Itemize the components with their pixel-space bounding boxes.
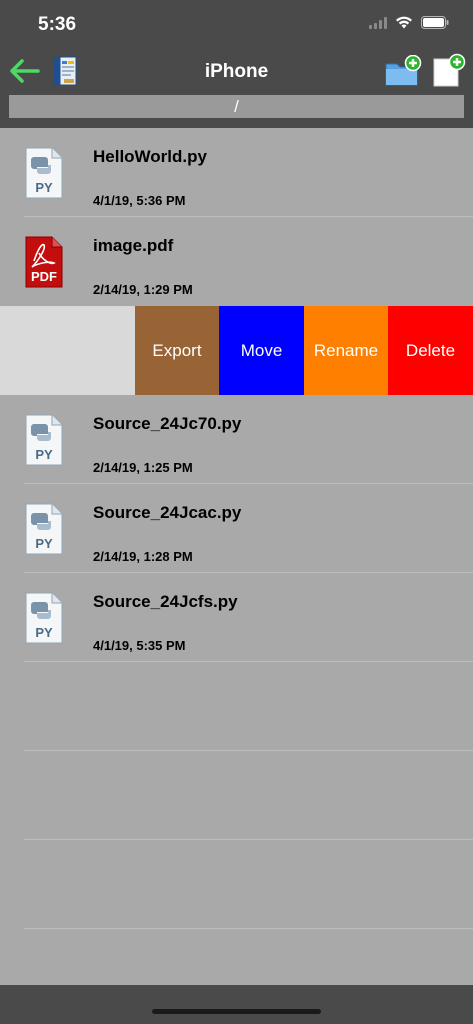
move-button[interactable]: Move <box>219 306 304 395</box>
status-icons <box>369 16 449 34</box>
nav-bar: iPhone / <box>0 50 473 128</box>
new-folder-icon <box>385 54 422 86</box>
python-file-icon: PY <box>24 413 64 467</box>
back-arrow-icon <box>10 59 40 83</box>
export-button[interactable]: Export <box>135 306 219 395</box>
rename-button[interactable]: Rename <box>304 306 388 395</box>
file-date: 4/1/19, 5:36 PM <box>93 193 186 208</box>
wifi-icon <box>395 16 413 34</box>
back-button[interactable] <box>8 58 42 84</box>
delete-button[interactable]: Delete <box>388 306 473 395</box>
new-file-button[interactable] <box>431 53 467 87</box>
status-time: 5:36 <box>38 14 77 35</box>
python-file-icon: PY <box>24 502 64 556</box>
file-name: Source_24Jc70.py <box>93 414 242 433</box>
svg-text:PDF: PDF <box>31 269 57 284</box>
app-icon[interactable] <box>50 55 78 87</box>
new-file-icon <box>433 53 466 87</box>
row-separator <box>24 928 473 929</box>
status-bar: 5:36 <box>0 0 473 50</box>
battery-icon <box>421 16 449 34</box>
file-row[interactable]: PY Source_24Jcac.py 2/14/19, 1:28 PM <box>0 484 473 573</box>
file-row[interactable]: PY Source_24Jc70.py 2/14/19, 1:25 PM <box>0 395 473 484</box>
svg-text:PY: PY <box>35 447 53 462</box>
file-row[interactable]: PY Source_24Jcfs.py 4/1/19, 5:35 PM <box>0 573 473 662</box>
file-date: 2/14/19, 1:25 PM <box>93 460 193 475</box>
python-file-icon: PY <box>24 591 64 645</box>
file-name: image.pdf <box>93 236 174 255</box>
swiped-row[interactable]: Export Move Rename Delete <box>0 306 473 395</box>
file-name: Source_24Jcac.py <box>93 503 242 522</box>
path-field[interactable]: / <box>9 95 464 118</box>
file-name: HelloWorld.py <box>93 147 207 166</box>
python-file-icon: PY <box>24 146 64 200</box>
file-list: PY HelloWorld.py 4/1/19, 5:36 PM PDF ima… <box>0 128 473 929</box>
home-indicator[interactable] <box>152 1009 321 1014</box>
svg-text:PY: PY <box>35 536 53 551</box>
new-folder-button[interactable] <box>384 54 422 87</box>
file-row[interactable]: PDF image.pdf 2/14/19, 1:29 PM <box>0 217 473 306</box>
svg-text:PY: PY <box>35 625 53 640</box>
file-date: 4/1/19, 5:35 PM <box>93 638 186 653</box>
file-name: Source_24Jcfs.py <box>93 592 238 611</box>
file-date: 2/14/19, 1:29 PM <box>93 282 193 297</box>
empty-row <box>0 840 473 929</box>
empty-row <box>0 662 473 751</box>
file-date: 2/14/19, 1:28 PM <box>93 549 193 564</box>
swiped-row-content[interactable] <box>0 306 135 395</box>
pdf-file-icon: PDF <box>24 235 64 289</box>
file-row[interactable]: PY HelloWorld.py 4/1/19, 5:36 PM <box>0 128 473 217</box>
empty-row <box>0 751 473 840</box>
svg-text:PY: PY <box>35 180 53 195</box>
signal-icon <box>369 16 387 34</box>
bottom-toolbar <box>0 985 473 1024</box>
